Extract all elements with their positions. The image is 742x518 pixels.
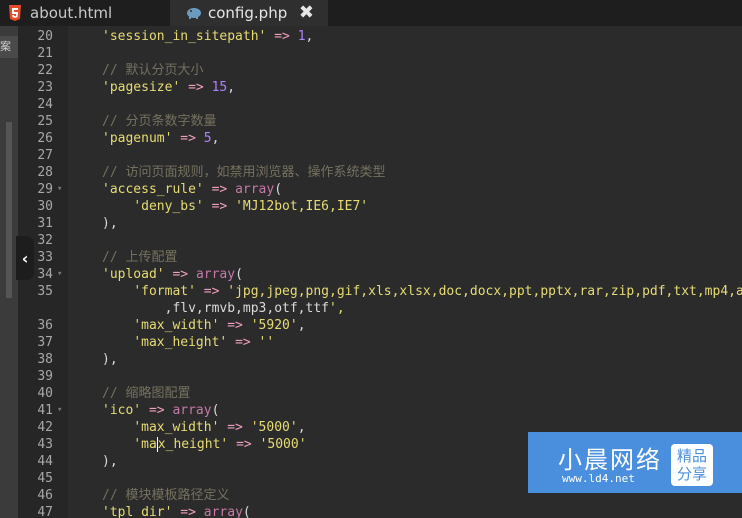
line-number: 36 — [37, 318, 53, 333]
line-number: 28 — [37, 165, 53, 180]
code-line[interactable]: 34 ▾'upload' => array( — [0, 266, 742, 283]
line-number: 35 — [37, 284, 53, 299]
line-number: 21 — [37, 46, 53, 61]
code-text: ), — [102, 216, 118, 231]
code-text: 'max_width' => '5920', — [133, 318, 306, 333]
close-icon[interactable]: ✖ — [299, 2, 314, 23]
code-text: 'pagesize' => 15, — [102, 80, 236, 95]
line-number: 45 — [37, 471, 53, 486]
code-line[interactable]: 25 // 分页条数字数量 — [0, 113, 742, 130]
code-text: // 上传配置 — [102, 250, 178, 265]
line-number: 37 — [37, 335, 53, 350]
code-line[interactable]: 20 'session_in_sitepath' => 1, — [0, 28, 742, 45]
code-text: // 模块模板路径定义 — [102, 488, 230, 503]
fold-arrow-icon[interactable]: ▾ — [57, 402, 62, 419]
code-line[interactable]: 41 ▾ 'ico' => array( — [0, 402, 742, 419]
line-number: 20 — [37, 29, 53, 44]
tab-label: about.html — [30, 4, 113, 22]
code-line[interactable]: 35 'format' => 'jpg,jpeg,png,gif,xls,xls… — [0, 283, 742, 300]
code-text: ,flv,rmvb,mp3,otf,ttf', — [102, 301, 345, 316]
line-number: 29 — [37, 182, 53, 197]
code-line[interactable]: 26 'pagenum' => 5, — [0, 130, 742, 147]
collapse-sidebar-button[interactable]: ‹ — [16, 236, 34, 280]
code-text: 'ico' => array( — [102, 403, 220, 418]
code-line[interactable]: 29 ▾ 'access_rule' => array( — [0, 181, 742, 198]
line-number: 22 — [37, 63, 53, 78]
line-number: 39 — [37, 369, 53, 384]
line-number: 30 — [37, 199, 53, 214]
code-text: ), — [102, 454, 118, 469]
code-line[interactable]: 47 'tpl_dir' => array( — [0, 504, 742, 518]
code-line[interactable]: 31), — [0, 215, 742, 232]
code-line[interactable]: 22 // 默认分页大小 — [0, 62, 742, 79]
line-number: 27 — [37, 148, 53, 163]
code-text: 'max_height' => '' — [133, 335, 275, 350]
code-text: 'tpl_dir' => array( — [102, 505, 251, 518]
text-cursor — [156, 437, 158, 452]
code-text: 'max_width' => '5000', — [133, 420, 306, 435]
code-text: // 访问页面规则，如禁用浏览器、操作系统类型 — [102, 165, 386, 180]
line-number: 44 — [37, 454, 53, 469]
line-number: 38 — [37, 352, 53, 367]
line-number: 26 — [37, 131, 53, 146]
line-number: 42 — [37, 420, 53, 435]
code-text: 'pagenum' => 5, — [102, 131, 220, 146]
code-text: 'access_rule' => array( — [102, 182, 283, 197]
line-number: 25 — [37, 114, 53, 129]
line-number: 47 — [37, 505, 53, 518]
code-line[interactable]: 39 — [0, 368, 742, 385]
html5-icon — [9, 5, 21, 21]
code-text: 'format' => 'jpg,jpeg,png,gif,xls,xlsx,d… — [133, 284, 742, 299]
watermark-title: 小晨网络 — [558, 446, 662, 474]
tab-about-html[interactable]: about.html — [0, 0, 170, 26]
watermark-badge-line1: 精品 — [676, 447, 707, 465]
line-number: 40 — [37, 386, 53, 401]
line-number: 41 — [37, 403, 53, 418]
code-text: 'deny_bs' => 'MJ12bot,IE6,IE7' — [133, 199, 369, 214]
code-line[interactable]: 36 'max_width' => '5920', — [0, 317, 742, 334]
code-line[interactable]: 40 // 缩略图配置 — [0, 385, 742, 402]
code-text: // 分页条数字数量 — [102, 114, 217, 129]
line-number: 23 — [37, 80, 53, 95]
code-line[interactable]: 38), — [0, 351, 742, 368]
watermark: 小晨网络 www.ld4.net 精品 分享 — [528, 432, 742, 493]
line-number: 24 — [37, 97, 53, 112]
fold-arrow-icon[interactable]: ▾ — [57, 266, 62, 283]
php-elephant-icon — [187, 8, 201, 19]
line-number: 43 — [37, 437, 53, 452]
code-line[interactable]: 23 'pagesize' => 15, — [0, 79, 742, 96]
code-text: // 默认分页大小 — [102, 63, 204, 78]
tab-config-php[interactable]: config.php ✖ — [170, 0, 328, 26]
watermark-badge-line2: 分享 — [676, 465, 707, 483]
code-line[interactable]: ,flv,rmvb,mp3,otf,ttf', — [0, 300, 742, 317]
code-line[interactable]: 28 // 访问页面规则，如禁用浏览器、操作系统类型 — [0, 164, 742, 181]
tab-bar: about.html config.php ✖ — [0, 0, 742, 26]
fold-arrow-icon[interactable]: ▾ — [57, 181, 62, 198]
line-number: 31 — [37, 216, 53, 231]
code-text: 'upload' => array( — [102, 267, 243, 282]
code-text: // 缩略图配置 — [102, 386, 191, 401]
code-line[interactable]: 21 — [0, 45, 742, 62]
code-line[interactable]: 24 — [0, 96, 742, 113]
code-line[interactable]: 33// 上传配置 — [0, 249, 742, 266]
code-text: 'max_height' => '5000' — [133, 437, 307, 452]
code-text: 'session_in_sitepath' => 1, — [102, 29, 314, 44]
chevron-left-icon: ‹ — [21, 248, 29, 268]
watermark-badge: 精品 分享 — [671, 444, 713, 486]
watermark-url: www.ld4.net — [562, 472, 635, 485]
code-line[interactable]: 30 'deny_bs' => 'MJ12bot,IE6,IE7' — [0, 198, 742, 215]
code-line[interactable]: 37 'max_height' => '' — [0, 334, 742, 351]
code-line[interactable]: 27 — [0, 147, 742, 164]
tab-label: config.php — [208, 4, 288, 22]
line-number: 46 — [37, 488, 53, 503]
code-line[interactable]: 32 — [0, 232, 742, 249]
code-text: ), — [102, 352, 118, 367]
